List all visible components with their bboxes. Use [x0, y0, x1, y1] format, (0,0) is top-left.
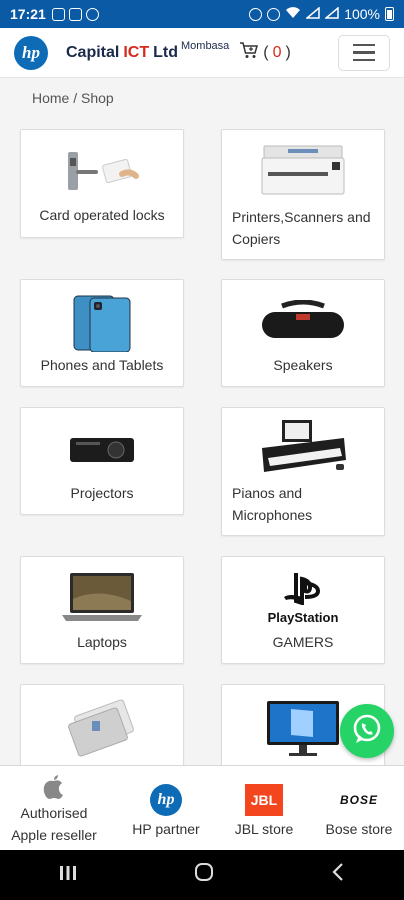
back-icon[interactable]: [331, 862, 345, 888]
category-label: Phones and Tablets: [40, 357, 164, 373]
partner-label: JBL store: [234, 821, 294, 837]
partner-apple[interactable]: Authorised Apple reseller: [4, 772, 104, 846]
printer-icon: [258, 142, 348, 198]
alarm-icon: [249, 7, 263, 21]
hp-logo-icon: hp: [150, 784, 182, 816]
partner-label: Bose store: [325, 821, 393, 837]
recent-apps-icon[interactable]: [59, 864, 77, 887]
site-header: hp Capital ICT Ltd Mombasa ( 0 ): [0, 28, 404, 78]
cart-icon: [239, 41, 259, 64]
category-card-gamers[interactable]: PlayStation GAMERS: [221, 556, 385, 664]
signal-icon: [305, 6, 320, 22]
system-icons: 100%: [249, 6, 394, 22]
partner-label: Authorised Apple reseller: [11, 805, 97, 843]
battery-percent: 100%: [344, 6, 380, 22]
playstation-brand-text: PlayStation: [267, 610, 339, 625]
piano-icon: [258, 418, 348, 480]
cart-count-open: (: [263, 43, 269, 61]
category-label: Card operated locks: [39, 207, 165, 223]
whatsapp-icon: [350, 712, 384, 751]
category-card-projectors[interactable]: Projectors: [20, 407, 184, 515]
brand-name-suffix: Ltd: [153, 43, 178, 61]
category-label: Laptops: [77, 634, 127, 650]
category-label: Speakers: [273, 357, 333, 373]
whatsapp-notification-icon: [85, 7, 99, 21]
category-card-card-locks[interactable]: Card operated locks: [20, 129, 184, 238]
card-lock-icon: [62, 148, 142, 194]
whatsapp-chat-button[interactable]: [340, 704, 394, 758]
hamburger-icon-line: [353, 51, 375, 54]
desktop-icon: [261, 697, 345, 759]
home-icon[interactable]: [194, 862, 214, 888]
category-card-pianos[interactable]: Pianos and Microphones: [221, 407, 385, 536]
image-icon: [68, 7, 82, 21]
speaker-icon: [258, 299, 348, 344]
breadcrumb[interactable]: Home / Shop: [32, 90, 114, 106]
partner-jbl[interactable]: JBL JBL store: [224, 782, 304, 840]
laptop-icon: [60, 571, 144, 623]
category-card-phones[interactable]: Phones and Tablets: [20, 279, 184, 387]
brand-name-accent: ICT: [123, 43, 150, 61]
category-label: Pianos and Microphones: [232, 485, 313, 523]
projector-icon: [66, 430, 138, 468]
category-label: GAMERS: [272, 634, 334, 650]
rfid-card-icon: [62, 699, 142, 757]
cart-count: 0: [272, 43, 282, 61]
hp-logo-icon[interactable]: hp: [14, 35, 48, 70]
hamburger-icon-line: [353, 43, 375, 47]
cart-count-close: ): [285, 43, 291, 61]
category-card-speakers[interactable]: Speakers: [221, 279, 385, 387]
menu-button[interactable]: [338, 34, 390, 71]
hamburger-icon-line: [353, 58, 375, 62]
playstation-icon: PlayStation: [258, 571, 348, 625]
hotspot-icon: [267, 7, 281, 21]
partner-bose[interactable]: BOSE Bose store: [316, 782, 402, 840]
battery-icon: [385, 7, 394, 21]
signal-icon-2: [324, 6, 339, 22]
status-time: 17:21: [10, 6, 46, 22]
wifi-icon: [285, 6, 301, 22]
category-label: Printers,Scanners and Copiers: [232, 209, 371, 247]
partner-strip: Authorised Apple reseller hp HP partner …: [0, 765, 404, 850]
partner-label: HP partner: [132, 821, 200, 837]
jbl-logo-icon: JBL: [245, 784, 283, 816]
apple-icon: [4, 772, 104, 802]
category-label: Projectors: [70, 485, 134, 501]
notification-icons: [51, 7, 99, 21]
gallery-icon: [51, 7, 65, 21]
partner-hp[interactable]: hp HP partner: [118, 782, 214, 840]
brand-name-prefix: Capital: [66, 43, 120, 61]
category-card-laptops[interactable]: Laptops: [20, 556, 184, 664]
status-bar: 17:21 100%: [0, 0, 404, 28]
site-brand[interactable]: Capital ICT Ltd Mombasa: [66, 40, 229, 62]
bose-logo-icon: BOSE: [339, 793, 378, 807]
category-card-printers[interactable]: Printers,Scanners and Copiers: [221, 129, 385, 260]
system-nav-bar: [0, 850, 404, 900]
cart-button[interactable]: ( 0 ): [239, 41, 291, 64]
phone-icon: [72, 294, 132, 353]
brand-location: Mombasa: [181, 39, 230, 52]
